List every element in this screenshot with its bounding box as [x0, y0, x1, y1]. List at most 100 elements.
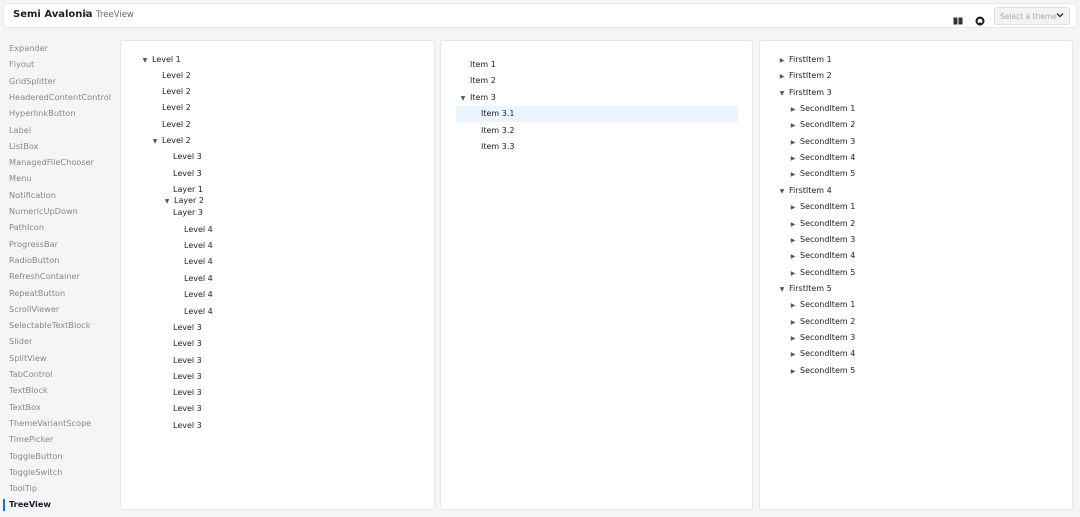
sidebar-item-listbox[interactable]: ListBox: [9, 141, 39, 151]
tree-item[interactable]: ▼ Level 1: [141, 55, 181, 64]
tree-item[interactable]: ▶ SecondItem 5: [789, 366, 856, 375]
tree-item[interactable]: ▶ SecondItem 4: [789, 349, 856, 358]
sidebar-item-splitview[interactable]: SplitView: [9, 353, 47, 363]
sidebar-item-textblock[interactable]: TextBlock: [9, 385, 48, 395]
tree-item[interactable]: Item 3.3: [481, 142, 514, 151]
caret-right-icon[interactable]: ▶: [789, 122, 797, 129]
tree-item[interactable]: Layer 1: [173, 185, 203, 194]
tree-item[interactable]: Level 4: [184, 257, 213, 266]
sidebar-item-flyout[interactable]: Flyout: [9, 59, 34, 69]
sidebar-item-selectabletextblock[interactable]: SelectableTextBlock: [9, 320, 91, 330]
tree-item[interactable]: Level 3: [173, 152, 202, 161]
sidebar-item-progressbar[interactable]: ProgressBar: [9, 239, 58, 249]
app-title[interactable]: Semi Avalonia: [13, 9, 93, 20]
caret-down-icon[interactable]: ▼: [459, 95, 467, 102]
sidebar-item-notification[interactable]: Notification: [9, 190, 56, 200]
tree-item[interactable]: Level 3: [173, 339, 202, 348]
tree-item[interactable]: Level 3: [173, 388, 202, 397]
caret-right-icon[interactable]: ▶: [789, 106, 797, 113]
caret-right-icon[interactable]: ▶: [789, 368, 797, 375]
tree-item[interactable]: Level 2: [162, 71, 191, 80]
caret-right-icon[interactable]: ▶: [789, 139, 797, 146]
tree-item[interactable]: Level 3: [173, 169, 202, 178]
tree-item[interactable]: ▶ SecondItem 5: [789, 268, 856, 277]
tree-item[interactable]: Level 3: [173, 372, 202, 381]
tree-item[interactable]: ▶ SecondItem 3: [789, 235, 856, 244]
sidebar-item-numericupdown[interactable]: NumericUpDown: [9, 206, 78, 216]
sidebar-item-repeatbutton[interactable]: RepeatButton: [9, 288, 65, 298]
sidebar-item-menu[interactable]: Menu: [9, 173, 31, 183]
tree-item[interactable]: ▶ SecondItem 2: [789, 317, 856, 326]
tree-item[interactable]: ▶ FirstItem 2: [778, 71, 832, 80]
tree-item[interactable]: Level 2: [162, 103, 191, 112]
caret-right-icon[interactable]: ▶: [789, 253, 797, 260]
tree-item[interactable]: Level 4: [184, 290, 213, 299]
sidebar-item-timepicker[interactable]: TimePicker: [9, 434, 53, 444]
sidebar-item-tooltip[interactable]: ToolTip: [9, 483, 37, 493]
tree-item[interactable]: Item 3.2: [481, 126, 514, 135]
tree-item[interactable]: Level 4: [184, 307, 213, 316]
caret-right-icon[interactable]: ▶: [789, 270, 797, 277]
tree-item[interactable]: ▶ SecondItem 1: [789, 300, 856, 309]
tree-item[interactable]: Level 2: [162, 120, 191, 129]
tree-item[interactable]: Item 3.1: [481, 109, 514, 118]
tree-item[interactable]: Layer 3: [173, 208, 203, 217]
tree-item[interactable]: Level 4: [184, 225, 213, 234]
theme-select[interactable]: Select a theme: [994, 7, 1070, 25]
tree-item[interactable]: ▼ FirstItem 4: [778, 186, 832, 195]
github-icon[interactable]: [975, 11, 985, 26]
sidebar-item-pathicon[interactable]: PathIcon: [9, 222, 44, 232]
caret-down-icon[interactable]: ▼: [778, 188, 786, 195]
caret-down-icon[interactable]: ▼: [151, 138, 159, 145]
sidebar-item-togglebutton[interactable]: ToggleButton: [9, 451, 63, 461]
tree-item[interactable]: ▶ SecondItem 2: [789, 219, 856, 228]
caret-right-icon[interactable]: ▶: [778, 57, 786, 64]
book-icon[interactable]: [953, 11, 963, 25]
tree-item[interactable]: Item 1: [470, 60, 496, 69]
tree-item[interactable]: ▶ SecondItem 2: [789, 120, 856, 129]
tree-item[interactable]: Level 3: [173, 356, 202, 365]
caret-right-icon[interactable]: ▶: [789, 237, 797, 244]
sidebar-item-toggleswitch[interactable]: ToggleSwitch: [9, 467, 62, 477]
tree-item[interactable]: ▼ FirstItem 5: [778, 284, 832, 293]
sidebar-item-expander[interactable]: Expander: [9, 43, 48, 53]
sidebar-item-headeredcontentcontrol[interactable]: HeaderedContentControl: [9, 92, 111, 102]
caret-right-icon[interactable]: ▶: [789, 302, 797, 309]
sidebar-item-treeview[interactable]: TreeView: [9, 499, 51, 509]
tree-item[interactable]: ▶ SecondItem 1: [789, 202, 856, 211]
tree-item[interactable]: ▶ SecondItem 4: [789, 153, 856, 162]
sidebar-item-gridsplitter[interactable]: GridSplitter: [9, 76, 56, 86]
tree-item[interactable]: Level 3: [173, 323, 202, 332]
tree-item[interactable]: ▼ Level 2: [151, 136, 191, 145]
sidebar-item-hyperlinkbutton[interactable]: HyperlinkButton: [9, 108, 76, 118]
caret-right-icon[interactable]: ▶: [789, 155, 797, 162]
tree-item[interactable]: ▶ SecondItem 5: [789, 169, 856, 178]
tree-item[interactable]: Item 2: [470, 76, 496, 85]
tree-item[interactable]: ▶ SecondItem 4: [789, 251, 856, 260]
sidebar-item-themevariantscope[interactable]: ThemeVariantScope: [9, 418, 91, 428]
tree-item[interactable]: ▶ SecondItem 1: [789, 104, 856, 113]
caret-down-icon[interactable]: ▼: [778, 286, 786, 293]
sidebar-item-slider[interactable]: Slider: [9, 336, 32, 346]
tree-item[interactable]: Level 3: [173, 421, 202, 430]
tree-item[interactable]: ▼ Layer 2: [163, 196, 204, 205]
tree-item[interactable]: Level 2: [162, 87, 191, 96]
tree-item[interactable]: Level 4: [184, 241, 213, 250]
sidebar-item-refreshcontainer[interactable]: RefreshContainer: [9, 271, 80, 281]
caret-down-icon[interactable]: ▼: [163, 198, 171, 205]
tree-item[interactable]: ▶ SecondItem 3: [789, 137, 856, 146]
tree-item[interactable]: ▼ FirstItem 3: [778, 88, 832, 97]
caret-right-icon[interactable]: ▶: [789, 351, 797, 358]
sidebar-item-tabcontrol[interactable]: TabControl: [9, 369, 52, 379]
sidebar-item-label[interactable]: Label: [9, 125, 31, 135]
caret-right-icon[interactable]: ▶: [789, 319, 797, 326]
caret-right-icon[interactable]: ▶: [789, 221, 797, 228]
tree-item[interactable]: ▼ Item 3: [459, 93, 496, 102]
tree-item[interactable]: Level 3: [173, 404, 202, 413]
caret-down-icon[interactable]: ▼: [141, 57, 149, 64]
sidebar-item-managedfilechooser[interactable]: ManagedFileChooser: [9, 157, 94, 167]
caret-right-icon[interactable]: ▶: [789, 204, 797, 211]
sidebar-item-radiobutton[interactable]: RadioButton: [9, 255, 59, 265]
caret-down-icon[interactable]: ▼: [778, 90, 786, 97]
caret-right-icon[interactable]: ▶: [789, 171, 797, 178]
